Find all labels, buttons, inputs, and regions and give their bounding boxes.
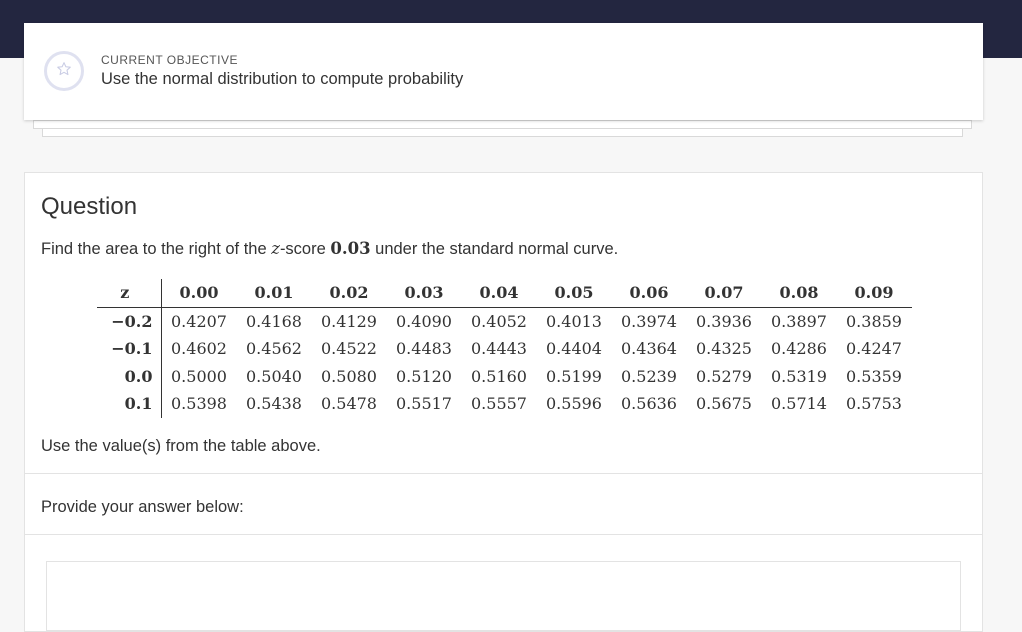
- z-table-cell: 0.5319: [771, 366, 827, 386]
- z-table-row-label: 0.0: [97, 362, 162, 390]
- z-table-header-cell: 0.04: [461, 279, 537, 308]
- z-table-cell: 0.5478: [321, 394, 377, 414]
- z-table-cell: 0.5279: [696, 366, 752, 386]
- current-objective-card: CURRENT OBJECTIVE Use the normal distrib…: [24, 23, 983, 120]
- z-table-container: z 0.00 0.01 0.02 0.03 0.04 0.05 0.06 0.0…: [97, 279, 912, 418]
- stacked-card-edge: [33, 120, 972, 129]
- z-table-cell: 0.3936: [696, 311, 752, 331]
- objective-text: Use the normal distribution to compute p…: [101, 70, 464, 88]
- prompt-variable: z: [271, 239, 280, 258]
- prompt-text: -score: [279, 240, 331, 258]
- z-table-cell: 0.4483: [396, 339, 452, 359]
- table-instruction: Use the value(s) from the table above.: [41, 437, 321, 455]
- z-table-header-row: z 0.00 0.01 0.02 0.03 0.04 0.05 0.06 0.0…: [97, 279, 912, 308]
- section-divider: [25, 473, 982, 474]
- z-table-cell: 0.4247: [846, 339, 902, 359]
- answer-prompt-label: Provide your answer below:: [41, 498, 244, 516]
- prompt-text: under the standard normal curve.: [370, 240, 619, 258]
- z-table-cell: 0.5080: [321, 366, 377, 386]
- question-card: Question Find the area to the right of t…: [24, 172, 983, 632]
- z-table-cell: 0.4443: [471, 339, 527, 359]
- z-table-header-cell: 0.06: [611, 279, 687, 308]
- z-table-cell: 0.3897: [771, 311, 827, 331]
- z-table-cell: 0.5040: [246, 366, 302, 386]
- z-table-cell: 0.4325: [696, 339, 752, 359]
- z-table-header-cell: 0.02: [311, 279, 387, 308]
- z-table-cell: 0.4168: [246, 311, 302, 331]
- z-table-cell: 0.5714: [771, 394, 827, 414]
- z-table-cell: 0.5753: [846, 394, 902, 414]
- objective-label: CURRENT OBJECTIVE: [101, 53, 238, 67]
- question-heading: Question: [41, 193, 138, 220]
- z-table-header-cell: z: [97, 279, 162, 308]
- z-table-cell: 0.4207: [171, 311, 227, 331]
- z-table-header-cell: 0.09: [836, 279, 912, 308]
- z-table-cell: 0.4602: [171, 339, 227, 359]
- z-table-row: −0.1 0.4602 0.4562 0.4522 0.4483 0.4443 …: [97, 335, 912, 363]
- z-table-cell: 0.5398: [171, 394, 227, 414]
- objective-badge: [44, 51, 84, 91]
- z-table-cell: 0.5120: [396, 366, 452, 386]
- z-table-cell: 0.4562: [246, 339, 302, 359]
- z-table-row: 0.0 0.5000 0.5040 0.5080 0.5120 0.5160 0…: [97, 362, 912, 390]
- z-table-row: −0.2 0.4207 0.4168 0.4129 0.4090 0.4052 …: [97, 307, 912, 335]
- z-table-header-cell: 0.01: [236, 279, 312, 308]
- z-table-cell: 0.3974: [621, 311, 677, 331]
- z-table-cell: 0.5160: [471, 366, 527, 386]
- z-table-header-cell: 0.07: [686, 279, 762, 308]
- section-divider: [25, 534, 982, 535]
- star-icon: [56, 61, 72, 82]
- z-table-header-cell: 0.08: [761, 279, 837, 308]
- z-table-header-cell: 0.00: [161, 279, 237, 308]
- z-table-row: 0.1 0.5398 0.5438 0.5478 0.5517 0.5557 0…: [97, 390, 912, 418]
- z-table-cell: 0.4129: [321, 311, 377, 331]
- z-table-cell: 0.4013: [546, 311, 602, 331]
- z-table-cell: 0.5675: [696, 394, 752, 414]
- prompt-z-value: 0.03: [330, 239, 371, 258]
- z-table-cell: 0.5438: [246, 394, 302, 414]
- z-table-cell: 0.4364: [621, 339, 677, 359]
- z-table-cell: 0.5000: [171, 366, 227, 386]
- question-prompt: Find the area to the right of the z-scor…: [41, 239, 618, 259]
- z-table-cell: 0.5199: [546, 366, 602, 386]
- z-table-cell: 0.4052: [471, 311, 527, 331]
- z-table-row-label: 0.1: [97, 390, 162, 418]
- z-table-cell: 0.4404: [546, 339, 602, 359]
- answer-input[interactable]: [46, 561, 961, 631]
- z-table-cell: 0.5239: [621, 366, 677, 386]
- z-table-cell: 0.5636: [621, 394, 677, 414]
- prompt-text: Find the area to the right of the: [41, 240, 272, 258]
- z-table-cell: 0.4090: [396, 311, 452, 331]
- z-table-cell: 0.4522: [321, 339, 377, 359]
- z-table-row-label: −0.2: [97, 307, 162, 335]
- z-table-row-label: −0.1: [97, 335, 162, 363]
- z-table-cell: 0.5359: [846, 366, 902, 386]
- z-table-cell: 0.5596: [546, 394, 602, 414]
- z-table: z 0.00 0.01 0.02 0.03 0.04 0.05 0.06 0.0…: [97, 279, 912, 418]
- z-table-cell: 0.5557: [471, 394, 527, 414]
- z-table-header-cell: 0.03: [386, 279, 462, 308]
- z-table-cell: 0.5517: [396, 394, 452, 414]
- z-table-cell: 0.3859: [846, 311, 902, 331]
- z-table-header-cell: 0.05: [536, 279, 612, 308]
- z-table-cell: 0.4286: [771, 339, 827, 359]
